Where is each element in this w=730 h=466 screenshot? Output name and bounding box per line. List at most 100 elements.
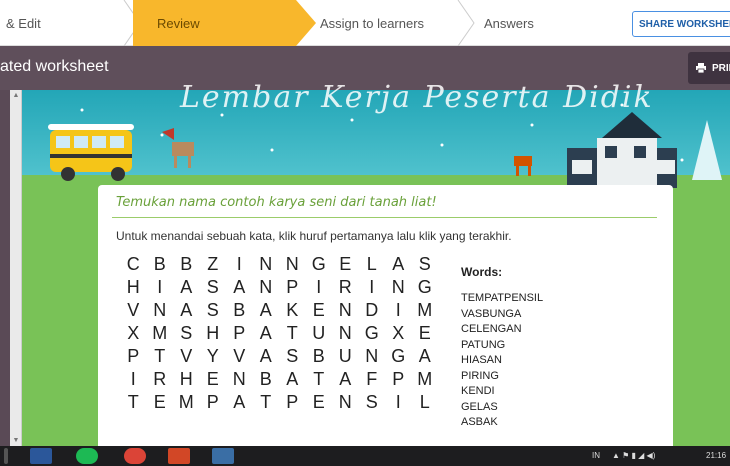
grid-letter[interactable]: A <box>253 299 280 322</box>
scroll-down-icon[interactable]: ▼ <box>12 437 20 444</box>
grid-letter[interactable]: X <box>385 322 412 345</box>
grid-letter[interactable]: B <box>147 253 174 276</box>
grid-letter[interactable]: N <box>332 322 359 345</box>
grid-letter[interactable]: U <box>306 322 333 345</box>
grid-letter[interactable]: F <box>359 368 386 391</box>
grid-letter[interactable]: D <box>359 299 386 322</box>
language-indicator[interactable]: IN <box>592 451 600 460</box>
grid-letter[interactable]: G <box>412 276 439 299</box>
grid-letter[interactable]: N <box>226 368 253 391</box>
grid-letter[interactable]: C <box>120 253 147 276</box>
grid-letter[interactable]: Y <box>200 345 227 368</box>
grid-letter[interactable]: L <box>412 391 439 414</box>
grid-letter[interactable]: H <box>173 368 200 391</box>
explorer-app-icon[interactable] <box>212 448 234 464</box>
grid-letter[interactable]: A <box>332 368 359 391</box>
grid-letter[interactable]: R <box>147 368 174 391</box>
grid-letter[interactable]: V <box>120 299 147 322</box>
step-edit[interactable]: & Edit <box>0 0 133 46</box>
grid-letter[interactable]: A <box>173 276 200 299</box>
grid-letter[interactable]: T <box>147 345 174 368</box>
grid-letter[interactable]: B <box>306 345 333 368</box>
grid-letter[interactable]: T <box>306 368 333 391</box>
grid-letter[interactable]: I <box>359 276 386 299</box>
grid-letter[interactable]: E <box>200 368 227 391</box>
step-answers[interactable]: Answers <box>476 0 616 46</box>
grid-letter[interactable]: A <box>226 276 253 299</box>
grid-letter[interactable]: N <box>253 253 280 276</box>
grid-letter[interactable]: G <box>359 322 386 345</box>
grid-letter[interactable]: A <box>173 299 200 322</box>
grid-letter[interactable]: S <box>359 391 386 414</box>
grid-letter[interactable]: I <box>226 253 253 276</box>
grid-letter[interactable]: T <box>279 322 306 345</box>
grid-letter[interactable]: A <box>253 322 280 345</box>
print-button[interactable]: PRIN <box>688 52 730 84</box>
grid-letter[interactable]: P <box>200 391 227 414</box>
grid-letter[interactable]: E <box>332 253 359 276</box>
clock[interactable]: 21:16 <box>706 451 726 460</box>
grid-letter[interactable]: T <box>120 391 147 414</box>
grid-letter[interactable]: I <box>385 299 412 322</box>
chrome-app-icon[interactable] <box>124 448 146 464</box>
grid-letter[interactable]: P <box>279 391 306 414</box>
grid-letter[interactable]: E <box>306 299 333 322</box>
grid-letter[interactable]: I <box>385 391 412 414</box>
grid-letter[interactable]: E <box>412 322 439 345</box>
grid-letter[interactable]: B <box>173 253 200 276</box>
share-worksheet-button[interactable]: SHARE WORKSHEET <box>632 11 730 37</box>
grid-letter[interactable]: T <box>253 391 280 414</box>
grid-letter[interactable]: P <box>226 322 253 345</box>
grid-letter[interactable]: S <box>173 322 200 345</box>
powerpoint-app-icon[interactable] <box>168 448 190 464</box>
grid-letter[interactable]: N <box>147 299 174 322</box>
grid-letter[interactable]: S <box>279 345 306 368</box>
spotify-app-icon[interactable] <box>76 448 98 464</box>
grid-letter[interactable]: H <box>200 322 227 345</box>
step-review[interactable]: Review <box>133 0 296 46</box>
grid-letter[interactable]: P <box>120 345 147 368</box>
grid-letter[interactable]: N <box>359 345 386 368</box>
grid-letter[interactable]: S <box>412 253 439 276</box>
grid-letter[interactable]: M <box>412 299 439 322</box>
grid-letter[interactable]: N <box>253 276 280 299</box>
tray-icons[interactable]: ▲ ⚑ ▮ ◢ ◀) <box>612 451 655 460</box>
grid-letter[interactable]: P <box>385 368 412 391</box>
grid-letter[interactable]: K <box>279 299 306 322</box>
grid-letter[interactable]: I <box>147 276 174 299</box>
grid-letter[interactable]: E <box>147 391 174 414</box>
grid-letter[interactable]: H <box>120 276 147 299</box>
grid-letter[interactable]: B <box>253 368 280 391</box>
step-assign[interactable]: Assign to learners <box>318 0 458 46</box>
grid-letter[interactable]: N <box>279 253 306 276</box>
grid-letter[interactable]: A <box>226 391 253 414</box>
grid-letter[interactable]: N <box>332 299 359 322</box>
grid-letter[interactable]: G <box>385 345 412 368</box>
grid-letter[interactable]: A <box>279 368 306 391</box>
grid-letter[interactable]: S <box>200 276 227 299</box>
grid-letter[interactable]: V <box>226 345 253 368</box>
grid-letter[interactable]: A <box>385 253 412 276</box>
grid-letter[interactable]: V <box>173 345 200 368</box>
grid-letter[interactable]: I <box>120 368 147 391</box>
grid-letter[interactable]: A <box>253 345 280 368</box>
grid-letter[interactable]: M <box>173 391 200 414</box>
grid-letter[interactable]: N <box>332 391 359 414</box>
grid-letter[interactable]: P <box>279 276 306 299</box>
grid-letter[interactable]: A <box>412 345 439 368</box>
grid-letter[interactable]: E <box>306 391 333 414</box>
grid-letter[interactable]: S <box>200 299 227 322</box>
grid-letter[interactable]: U <box>332 345 359 368</box>
scroll-up-icon[interactable]: ▲ <box>12 92 20 99</box>
grid-letter[interactable]: R <box>332 276 359 299</box>
grid-letter[interactable]: G <box>306 253 333 276</box>
grid-letter[interactable]: Z <box>200 253 227 276</box>
word-app-icon[interactable] <box>30 448 52 464</box>
grid-letter[interactable]: M <box>147 322 174 345</box>
grid-letter[interactable]: I <box>306 276 333 299</box>
grid-letter[interactable]: N <box>385 276 412 299</box>
grid-letter[interactable]: L <box>359 253 386 276</box>
grid-letter[interactable]: B <box>226 299 253 322</box>
grid-letter[interactable]: M <box>412 368 439 391</box>
vertical-scrollbar[interactable]: ▲ ▼ <box>10 90 22 446</box>
